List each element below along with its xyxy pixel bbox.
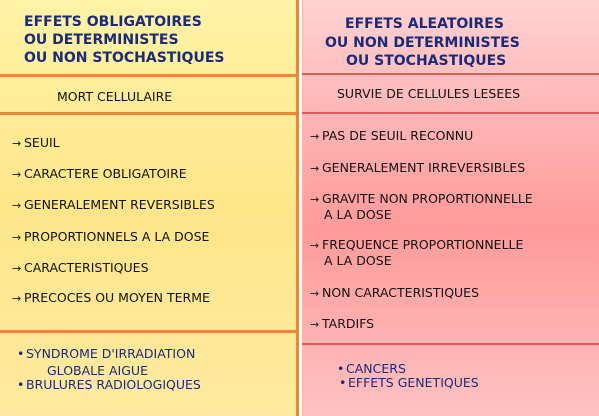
left-example: • BRULURES RADIOLOGIQUES — [17, 377, 201, 392]
left-item: → SEUIL — [12, 135, 60, 150]
right-example: • CANCERS — [337, 361, 406, 376]
right-item: → FREQUENCE PROPORTIONNELLE A LA DOSE — [310, 237, 524, 268]
right-item: → GENERALEMENT IRREVERSIBLES — [310, 160, 526, 175]
bullet-icon: • — [17, 346, 25, 361]
left-title-line-3: OU NON STOCHASTIQUES — [24, 50, 225, 66]
right-subtitle: SURVIE DE CELLULES LESEES — [337, 86, 521, 101]
bullet-icon: • — [339, 375, 347, 390]
bullet-icon: • — [17, 377, 25, 392]
arrow-icon: → — [310, 162, 320, 175]
arrow-icon: → — [310, 318, 320, 331]
left-item: → PROPORTIONNELS A LA DOSE — [12, 229, 210, 244]
right-example: • EFFETS GENETIQUES — [339, 375, 479, 390]
right-title-line-1: EFFETS ALEATOIRES — [345, 16, 504, 32]
left-title-line-1: EFFETS OBLIGATOIRES — [24, 14, 202, 30]
left-example-continuation: GLOBALE AIGUE — [47, 363, 148, 378]
arrow-icon: → — [12, 231, 22, 244]
left-item: → GENERALEMENT REVERSIBLES — [12, 197, 215, 212]
right-item: → GRAVITE NON PROPORTIONNELLE A LA DOSE — [310, 191, 533, 222]
right-item: → PAS DE SEUIL RECONNU — [310, 128, 474, 143]
right-subtitle-divider — [302, 112, 599, 114]
right-title-line-3: OU STOCHASTIQUES — [346, 53, 507, 69]
left-subtitle-divider — [0, 112, 299, 115]
left-list-divider — [0, 330, 299, 333]
arrow-icon: → — [310, 287, 320, 300]
right-item: → NON CARACTERISTIQUES — [310, 285, 480, 300]
arrow-icon: → — [12, 262, 22, 275]
arrow-icon: → — [12, 168, 22, 181]
arrow-icon: → — [12, 292, 22, 305]
left-title-line-2: OU DETERMINISTES — [24, 32, 179, 48]
arrow-icon: → — [310, 193, 320, 206]
right-title-line-2: OU NON DETERMINISTES — [325, 35, 520, 51]
left-item: → CARACTERISTIQUES — [12, 260, 149, 275]
left-item: → PRECOCES OU MOYEN TERME — [12, 290, 210, 305]
left-item: → CARACTERE OBLIGATOIRE — [12, 166, 187, 181]
right-list-divider — [302, 343, 599, 345]
right-item: → TARDIFS — [310, 316, 375, 331]
arrow-icon: → — [310, 239, 320, 252]
arrow-icon: → — [12, 199, 22, 212]
left-example: • SYNDROME D'IRRADIATION — [17, 346, 196, 361]
left-subtitle: MORT CELLULAIRE — [57, 89, 173, 104]
arrow-icon: → — [310, 130, 320, 143]
bullet-icon: • — [337, 361, 345, 376]
arrow-icon: → — [12, 137, 22, 150]
right-title-divider — [302, 73, 599, 75]
left-title-divider — [0, 74, 299, 77]
